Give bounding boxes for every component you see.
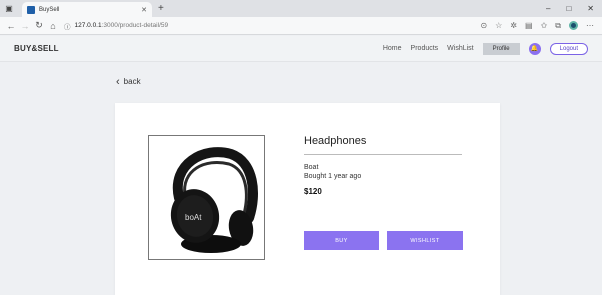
minimize-icon[interactable]: – — [546, 4, 550, 13]
nav-profile[interactable]: Profile — [482, 42, 520, 55]
nav-wishlist[interactable]: WishList — [447, 45, 473, 52]
address-bar: ← → ↻ ⌂ ⓘ 127.0.0.1 :3000/product-detail… — [0, 17, 602, 35]
product-image: boAt — [148, 135, 265, 260]
url-field[interactable]: ⓘ 127.0.0.1 :3000/product-detail/59 — [64, 21, 480, 31]
back-label: back — [123, 77, 141, 86]
app-header: BUY&SELL Home Products WishList Profile … — [0, 36, 602, 62]
browser-profile-icon[interactable] — [569, 21, 578, 30]
product-age: Bought 1 year ago — [304, 173, 362, 180]
headphones-image: boAt — [170, 147, 258, 253]
brand-logo[interactable]: BUY&SELL — [14, 44, 59, 53]
url-host: 127.0.0.1 — [74, 22, 102, 29]
forward-arrow-icon[interactable]: → — [18, 21, 32, 31]
add-to-wishlist-button[interactable]: WISHLIST — [387, 231, 463, 250]
main-nav: Home Products WishList Profile 🔔 Logout — [383, 42, 588, 55]
new-tab-icon[interactable]: + — [158, 3, 164, 14]
browser-tab-strip: ▣ BuySell ✕ + – □ ✕ — [0, 0, 602, 17]
home-icon[interactable]: ⌂ — [46, 21, 60, 31]
sidebar-toggle-icon[interactable]: ▣ — [0, 0, 18, 17]
info-icon[interactable]: ⓘ — [64, 21, 71, 31]
product-info: Headphones Boat Bought 1 year ago $120 — [304, 135, 462, 196]
more-menu-icon[interactable]: ⋯ — [586, 21, 594, 30]
back-arrow-icon[interactable]: ← — [4, 21, 18, 31]
buy-button[interactable]: BUY — [304, 231, 379, 250]
product-brand: Boat — [304, 164, 319, 171]
extensions-icon[interactable]: ✲ — [510, 21, 517, 30]
close-window-icon[interactable]: ✕ — [587, 4, 594, 13]
url-path: :3000/product-detail/59 — [101, 22, 169, 29]
read-aloud-icon[interactable]: ⊙ — [480, 21, 487, 30]
product-price: $120 — [304, 187, 322, 196]
back-link[interactable]: ‹ back — [116, 75, 141, 88]
favorites-icon[interactable]: ✩ — [541, 21, 548, 30]
brand-logo-on-image: boAt — [185, 213, 202, 222]
star-icon[interactable]: ☆ — [495, 21, 502, 30]
restore-icon[interactable]: □ — [566, 4, 571, 13]
collections-icon[interactable]: ▤ — [525, 21, 533, 30]
refresh-icon[interactable]: ↻ — [32, 20, 46, 31]
nav-products[interactable]: Products — [411, 45, 439, 52]
browser-toolbar-icons: ⊙ ☆ ✲ ▤ ✩ ⧉ ⋯ — [480, 21, 598, 31]
notification-bell-icon[interactable]: 🔔 — [528, 42, 541, 55]
nav-home[interactable]: Home — [383, 45, 402, 52]
product-card: boAt Headphones Boat Bought 1 year ago $… — [115, 103, 500, 295]
tab-title: BuySell — [39, 6, 60, 13]
window-controls: – □ ✕ — [546, 4, 602, 13]
logout-button[interactable]: Logout — [549, 42, 588, 55]
downloads-icon[interactable]: ⧉ — [555, 21, 561, 31]
browser-tab[interactable]: BuySell ✕ — [22, 2, 152, 17]
tab-favicon-icon — [27, 5, 35, 14]
chevron-left-icon: ‹ — [116, 75, 120, 88]
product-name: Headphones — [304, 135, 462, 155]
close-tab-icon[interactable]: ✕ — [141, 6, 147, 14]
